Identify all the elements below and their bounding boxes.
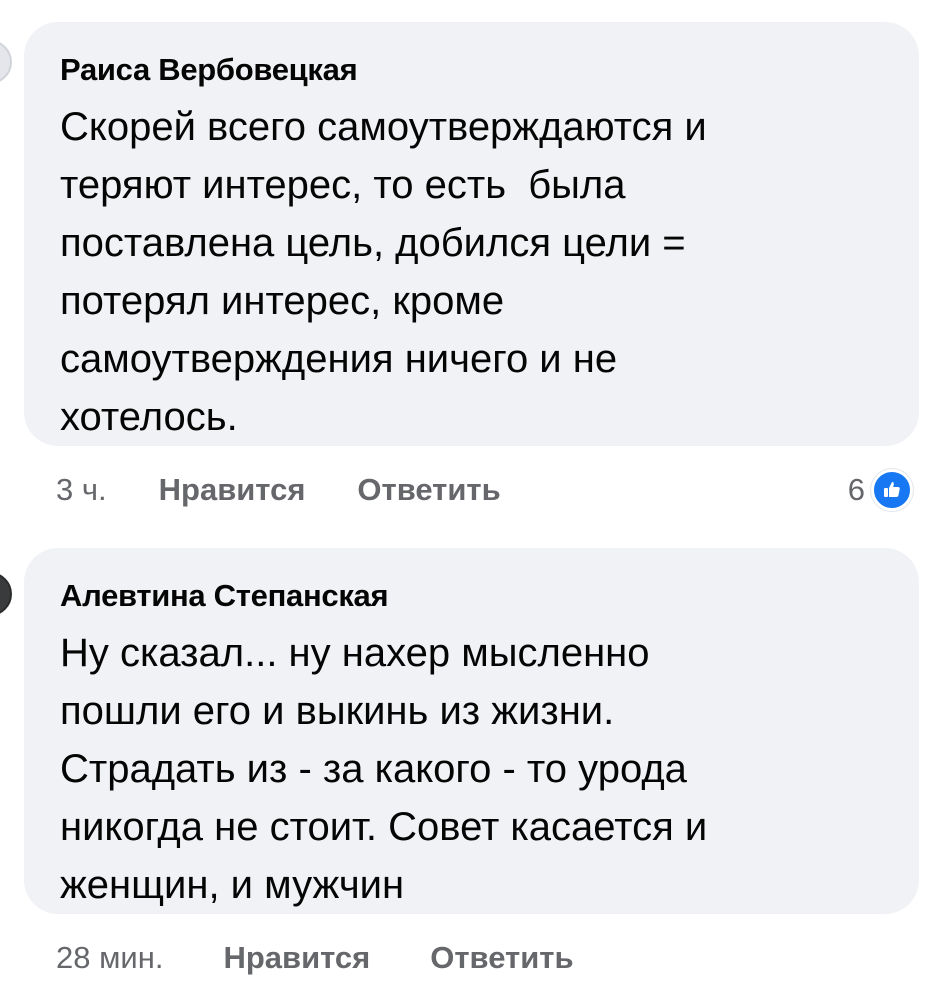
comment-timestamp[interactable]: 28 мин. <box>56 940 163 976</box>
comment-timestamp[interactable]: 3 ч. <box>56 472 107 508</box>
reply-button[interactable]: Ответить <box>357 472 500 508</box>
comment-bubble: Раиса Вербовецкая Скорей всего самоутвер… <box>24 22 919 446</box>
comment-author[interactable]: Алевтина Степанская <box>60 576 891 616</box>
comment-actions: 28 мин. Нравится Ответить <box>56 938 574 978</box>
reply-button[interactable]: Ответить <box>430 940 573 976</box>
comment-text: Ну сказал... ну нахер мысленно пошли его… <box>60 631 708 907</box>
like-button[interactable]: Нравится <box>159 472 306 508</box>
like-button[interactable]: Нравится <box>223 940 370 976</box>
like-thumb-icon <box>871 469 913 511</box>
avatar[interactable] <box>0 40 12 84</box>
comment-bubble: Алевтина Степанская Ну сказал... ну нахе… <box>24 548 919 914</box>
comment-actions: 3 ч. Нравится Ответить <box>56 470 501 510</box>
reaction-count: 6 <box>847 472 865 507</box>
comments-thread: Раиса Вербовецкая Скорей всего самоутвер… <box>0 0 951 997</box>
avatar[interactable] <box>0 572 12 616</box>
comment-text: Скорей всего самоутверждаются и теряют и… <box>60 105 707 439</box>
reaction-summary[interactable]: 6 <box>847 469 913 511</box>
comment-author[interactable]: Раиса Вербовецкая <box>60 50 891 90</box>
